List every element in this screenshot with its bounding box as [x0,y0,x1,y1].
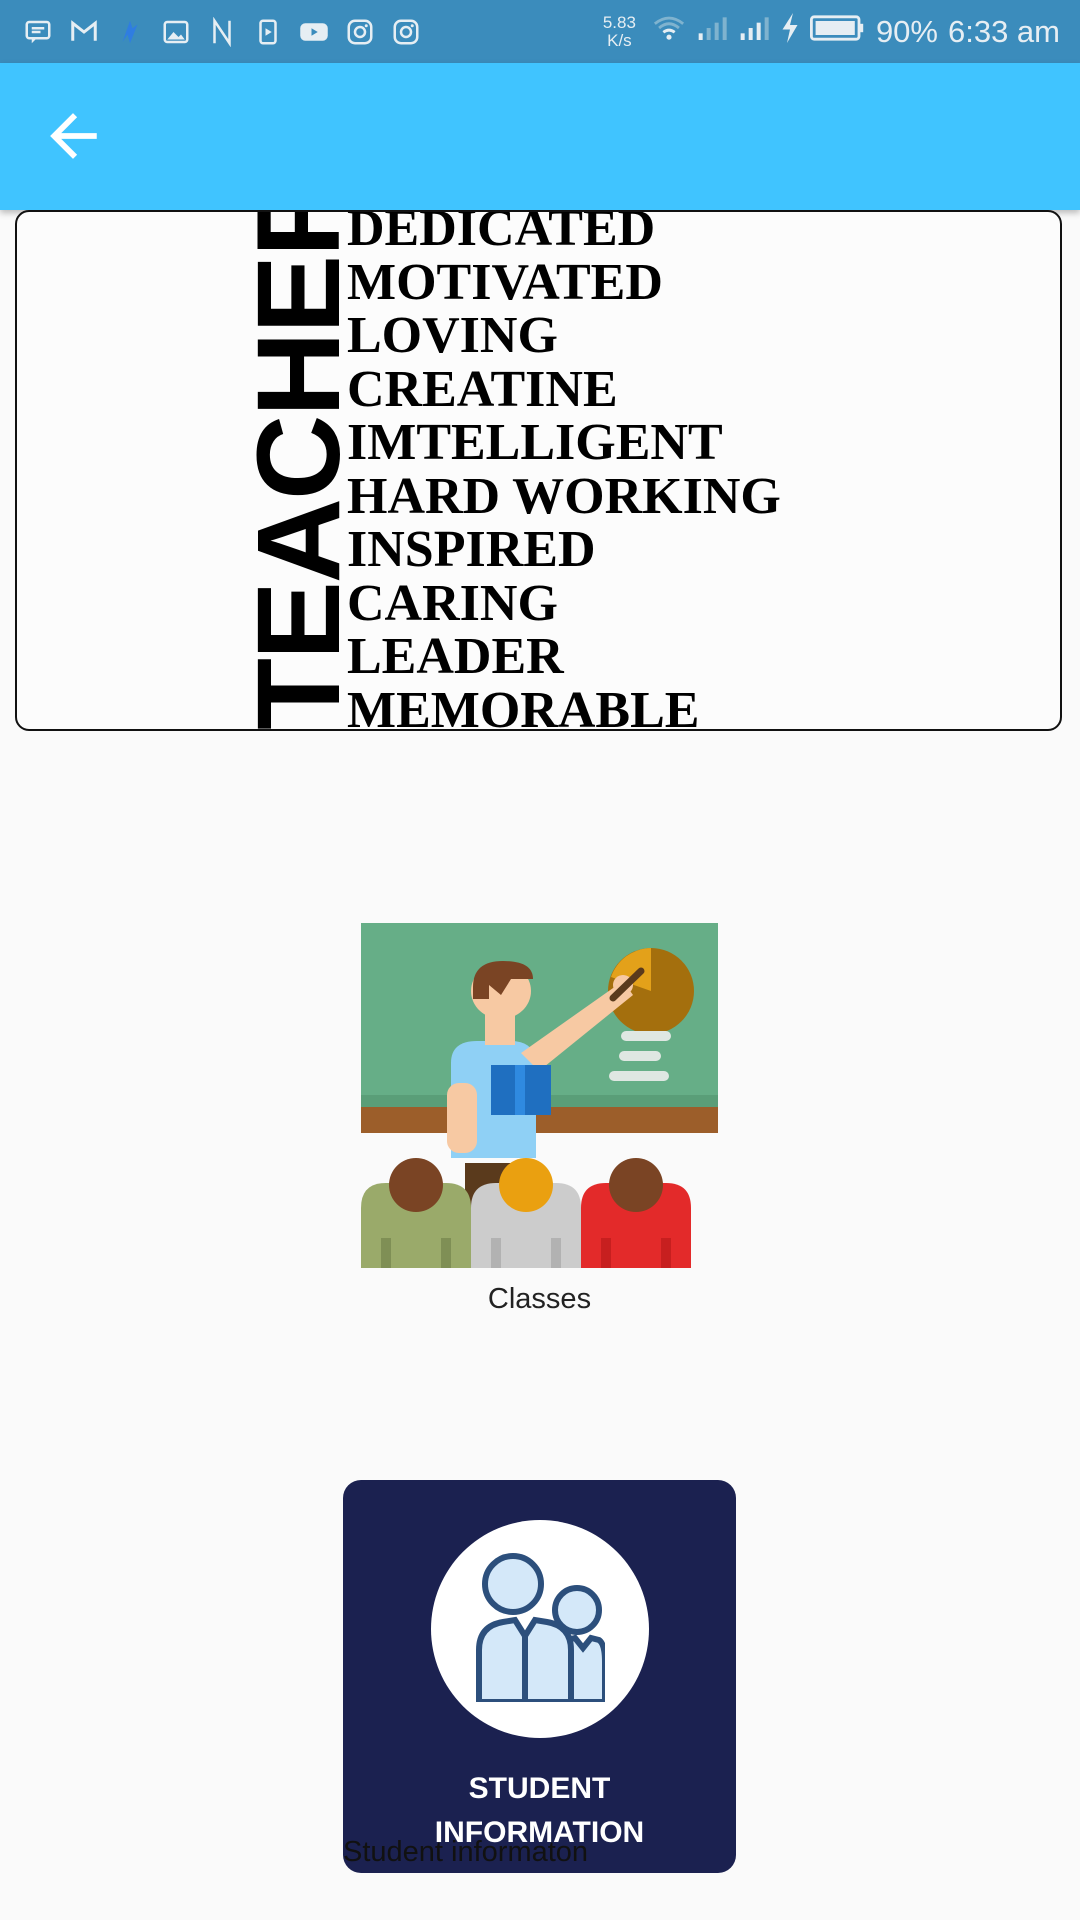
classroom-illustration [361,923,718,1268]
banner-word: IMTELLIGENT [347,414,723,471]
gallery-icon [160,16,192,48]
n-icon [206,16,238,48]
banner-word: CREATINE [347,360,618,418]
banner-word: LOVING [347,307,558,364]
student-information-button[interactable]: STUDENT INFORMATION [343,1480,736,1873]
classes-label: Classes [487,1283,592,1315]
banner-word: LEADER [347,628,564,685]
banner-word: HARD WORKING [347,467,781,525]
notification-icons [0,16,422,48]
banner-vertical-word: TEACHER [233,210,365,730]
network-speed-value: 5.83 [602,12,636,32]
status-bar: 5.83 K/s 90% 6:33 am [0,0,1080,63]
signal-icon [696,14,728,50]
banner-word: MEMORABLE [347,681,700,731]
banner-word-list: DEDICATED MOTIVATED LOVING CREATINE IMTE… [347,210,781,731]
banner-word: DEDICATED [347,210,656,257]
student-information-caption: Student informaton [343,1836,589,1868]
student-tile-title-line1: STUDENT [468,1772,611,1805]
charging-icon [780,12,800,51]
classes-button[interactable]: Classes [361,923,718,1323]
battery-icon [809,13,866,51]
network-speed: 5.83 K/s [602,12,636,50]
app-icon [114,16,146,48]
teacher-banner: TEACHER DEDICATED MOTIVATED LOVING CREAT… [15,210,1062,731]
media-icon [252,16,284,48]
gmail-icon [68,16,100,48]
banner-word: CARING [347,574,558,632]
banner-word: MOTIVATED [347,253,663,311]
clock: 6:33 am [947,13,1060,49]
system-indicators: 5.83 K/s 90% 6:33 am [602,12,1080,51]
youtube-icon [298,16,330,48]
arrow-back-icon [48,112,98,164]
student-icon-circle [431,1520,649,1738]
battery-level: 90% [875,13,938,49]
wifi-icon [652,13,686,51]
instagram-icon [344,16,376,48]
message-icon [22,16,54,48]
back-button[interactable] [36,101,110,175]
app-bar [0,63,1080,210]
network-speed-unit: K/s [607,30,632,50]
users-icon [475,1552,608,1707]
instagram-icon [390,16,422,48]
signal-icon [738,14,770,50]
banner-word: INSPIRED [347,521,596,578]
